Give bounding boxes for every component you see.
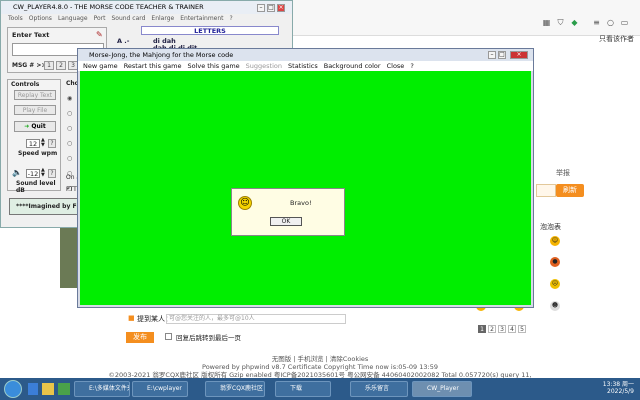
replay-text-button[interactable]: Replay Text	[14, 90, 56, 100]
mj-title: Morse-Jong, the Mahjong for the Morse co…	[78, 49, 533, 61]
task-button[interactable]: 下载	[275, 381, 331, 397]
footer-links[interactable]: 无图版 | 手机浏览 | 清除Cookies	[0, 355, 640, 363]
menu-item[interactable]: Language	[58, 15, 88, 22]
close-icon[interactable]: ×	[510, 51, 528, 59]
task-button[interactable]: CW_Player	[412, 381, 472, 397]
sound-stepper-icon[interactable]: ▲ ▼	[41, 168, 46, 179]
refresh-icon[interactable]: ○	[606, 18, 615, 27]
page-link[interactable]: 4	[508, 325, 516, 333]
morse-letter: A .-	[117, 37, 130, 45]
quit-label: Quit	[31, 123, 46, 130]
emoticon-icon[interactable]: ●	[550, 257, 560, 267]
menu-item[interactable]: Enlarge	[151, 15, 174, 22]
cw-menu: Tools Options Language Port Sound card Enlarg…	[1, 14, 292, 24]
menu-suggestion[interactable]: Suggestion	[246, 62, 282, 70]
enter-text-label: Enter Text	[12, 31, 50, 39]
menu-item[interactable]: Entertainment	[180, 15, 223, 22]
clock[interactable]: 13:38 周一 2022/5/9	[603, 381, 634, 395]
sound-input[interactable]: -12	[26, 169, 40, 178]
page-link[interactable]: 1	[478, 325, 486, 333]
footer: 无图版 | 手机浏览 | 清除Cookies Powered by phpwin…	[0, 355, 640, 379]
maximize-icon[interactable]: □	[267, 4, 275, 12]
task-button[interactable]: E:\多媒体文件夹	[74, 381, 130, 397]
post-image	[60, 228, 78, 288]
app-icon[interactable]	[58, 383, 70, 395]
mj-menu: New game Restart this game Solve this game…	[78, 61, 533, 71]
maximize-icon[interactable]: □	[498, 51, 506, 59]
menu-solve[interactable]: Solve this game	[187, 62, 239, 70]
reply-checkbox[interactable]	[165, 333, 172, 340]
menu-new-game[interactable]: New game	[83, 62, 118, 70]
page-link[interactable]: 5	[518, 325, 526, 333]
smiley-icon: ☺	[238, 196, 252, 210]
help-button[interactable]: ?	[48, 139, 56, 148]
letters-header: LETTERS	[141, 26, 279, 35]
menu-item[interactable]: Sound card	[111, 15, 145, 22]
task-button[interactable]: 翁罗CQX鹿社区 ...	[205, 381, 265, 397]
minimize-icon[interactable]: –	[257, 4, 265, 12]
shield-icon[interactable]: ⛉	[556, 18, 565, 27]
only-author-link[interactable]: 只看该作者	[599, 34, 634, 44]
eraser-icon[interactable]: ✎	[96, 30, 103, 39]
controls-panel: Controls Replay Text Play File ➜ Quit 12…	[7, 79, 61, 194]
explorer-icon[interactable]	[42, 383, 54, 395]
game-board[interactable]: ☺ Bravo! OK	[80, 71, 531, 305]
dialog-text: Bravo!	[290, 199, 312, 207]
clock-time: 13:38 周一	[602, 381, 634, 388]
plugin-icon[interactable]: ◆	[570, 18, 579, 27]
speed-input[interactable]: 12	[26, 139, 40, 148]
menu-icon[interactable]: ≡	[592, 18, 601, 27]
refresh-button[interactable]: 刷新	[556, 184, 584, 197]
menu-background-color[interactable]: Background color	[324, 62, 381, 70]
bravo-dialog: ☺ Bravo! OK	[231, 188, 345, 236]
task-button[interactable]: E:\cwplayer	[132, 381, 188, 397]
minimize-icon[interactable]: –	[488, 51, 496, 59]
menu-statistics[interactable]: Statistics	[288, 62, 318, 70]
send-button[interactable]: 发布	[126, 332, 154, 343]
window-icon[interactable]: ▭	[620, 18, 629, 27]
speed-label: Speed wpm	[18, 150, 58, 157]
menu-item[interactable]: Options	[29, 15, 52, 22]
footer-powered: Powered by phpwind v8.7 Certificate Copy…	[202, 363, 438, 371]
msg-button[interactable]: 2	[56, 61, 66, 70]
page-link[interactable]: 3	[498, 325, 506, 333]
cw-title: CW_PLAYER4.8.0 - THE MORSE CODE TEACHER …	[1, 1, 292, 14]
task-button[interactable]: 乐乐留言	[350, 381, 408, 397]
menu-restart[interactable]: Restart this game	[124, 62, 182, 70]
quit-button[interactable]: ➜ Quit	[14, 121, 56, 132]
page-link[interactable]: 2	[488, 325, 496, 333]
side-input[interactable]	[536, 184, 556, 197]
emoticon-icon[interactable]: ☹	[550, 279, 560, 289]
emoticon-heading: 泡泡表	[540, 223, 561, 231]
msg-label: MSG # >>	[12, 62, 47, 69]
reply-check-label: 回复后跳转到最后一页	[176, 334, 241, 342]
help-button[interactable]: ?	[48, 169, 56, 178]
grid-icon[interactable]: ▦	[542, 18, 551, 27]
ie-icon[interactable]	[28, 383, 38, 395]
taskbar: E:\多媒体文件夹 E:\cwplayer 翁罗CQX鹿社区 ... 下载 乐乐…	[0, 378, 640, 400]
mention-input[interactable]: 可@您关注的人，最多可@10人	[166, 314, 346, 324]
emoticon-icon[interactable]: ☻	[550, 301, 560, 311]
msg-button[interactable]: 1	[44, 61, 54, 70]
menu-item[interactable]: Tools	[8, 15, 23, 22]
start-icon[interactable]	[4, 380, 22, 398]
play-file-button[interactable]: Play File	[14, 105, 56, 115]
sound-label: Sound level dB	[16, 180, 56, 194]
emoticon-icon[interactable]: ☺	[550, 236, 560, 246]
speaker-icon: 🔈	[12, 168, 22, 177]
menu-close[interactable]: Close	[387, 62, 405, 70]
controls-label: Controls	[11, 81, 40, 88]
report-link[interactable]: 举报	[556, 168, 570, 178]
ptt-label: PTT	[66, 186, 77, 193]
close-icon[interactable]: ×	[277, 4, 285, 12]
at-icon: ■	[128, 314, 135, 322]
clock-date: 2022/5/9	[607, 388, 634, 395]
menu-item[interactable]: Port	[94, 15, 106, 22]
morse-jong-window: Morse-Jong, the Mahjong for the Morse co…	[77, 48, 534, 308]
speed-stepper-icon[interactable]: ▲ ▼	[41, 138, 46, 149]
menu-help[interactable]: ?	[410, 62, 413, 70]
ok-button[interactable]: OK	[270, 217, 302, 226]
menu-item[interactable]: ?	[230, 15, 233, 22]
